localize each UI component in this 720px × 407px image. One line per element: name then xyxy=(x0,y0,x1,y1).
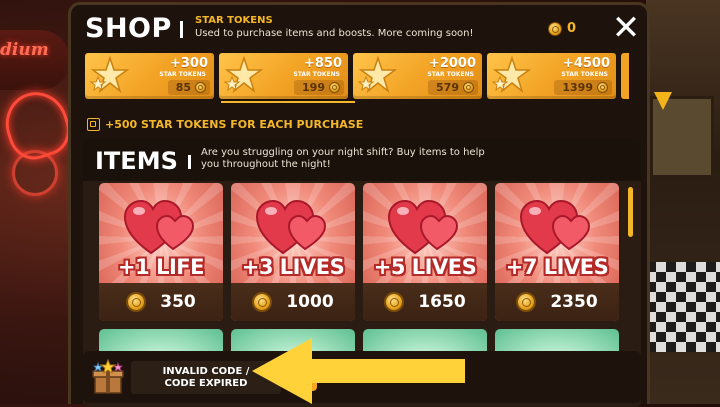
items-header: ITEMS Are you struggling on your night s… xyxy=(83,139,641,181)
stars-icon xyxy=(491,55,532,94)
pack-price-value: 199 xyxy=(302,81,325,94)
checkered-floor xyxy=(646,262,720,352)
pack-label: STAR TOKENS xyxy=(427,71,474,78)
stars-icon xyxy=(357,55,398,94)
pack-label: STAR TOKENS xyxy=(561,71,608,78)
item-card[interactable]: +1 LIFE 350 xyxy=(99,183,223,321)
pack-price-value: 1399 xyxy=(562,81,593,94)
arrow-left-icon xyxy=(252,338,465,404)
pack-amount: +4500 xyxy=(562,56,610,71)
stars-icon xyxy=(223,55,264,94)
token-pack[interactable]: +300 STAR TOKENS 85 xyxy=(85,53,214,99)
item-price-value: 1650 xyxy=(418,292,466,312)
pack-price: 1399 xyxy=(554,80,612,95)
title-divider xyxy=(180,21,183,38)
shop-title: SHOP xyxy=(85,13,172,44)
item-price: 2350 xyxy=(495,283,619,321)
pennant-decoration xyxy=(654,92,672,110)
item-name: +3 LIVES xyxy=(241,255,345,279)
item-price: 350 xyxy=(99,283,223,321)
pack-label: STAR TOKENS xyxy=(159,71,206,78)
star-tokens-heading: STAR TOKENS xyxy=(195,15,273,26)
star-token-icon xyxy=(384,292,405,312)
token-pack[interactable]: +2000 STAR TOKENS 579 xyxy=(353,53,482,99)
token-pack-list: +300 STAR TOKENS 85 +850 STAR TOKENS 199 xyxy=(85,53,629,101)
item-card[interactable]: +5 LIVES 1650 xyxy=(363,183,487,321)
item-price-value: 2350 xyxy=(550,292,598,312)
robux-icon xyxy=(195,82,206,93)
pack-price: 579 xyxy=(428,80,478,95)
pack-label: STAR TOKENS xyxy=(293,71,340,78)
bonus-text: +500 STAR TOKENS FOR EACH PURCHASE xyxy=(105,118,364,131)
item-name: +1 LIFE xyxy=(118,255,204,279)
pack-amount: +850 xyxy=(303,56,342,71)
token-pack-partial[interactable] xyxy=(621,53,629,99)
item-name: +5 LIVES xyxy=(373,255,477,279)
item-price-value: 350 xyxy=(160,292,196,312)
robux-icon xyxy=(329,82,340,93)
pack-amount: +2000 xyxy=(428,56,476,71)
pack-price: 199 xyxy=(294,80,344,95)
star-tokens-description: Used to purchase items and boosts. More … xyxy=(195,28,474,39)
gift-box-icon xyxy=(92,359,124,394)
background-sign: dium xyxy=(0,30,70,90)
token-balance: 0 xyxy=(548,21,576,36)
background-sign-text: dium xyxy=(0,40,49,60)
items-title: ITEMS xyxy=(95,147,178,175)
robux-icon xyxy=(597,82,608,93)
bonus-banner: +500 STAR TOKENS FOR EACH PURCHASE xyxy=(87,118,363,131)
item-card[interactable]: +3 LIVES 1000 xyxy=(231,183,355,321)
item-name: +7 LIVES xyxy=(505,255,609,279)
pack-price: 85 xyxy=(167,80,210,95)
items-scrollbar[interactable] xyxy=(628,187,633,237)
items-description: Are you struggling on your night shift? … xyxy=(201,147,485,170)
pack-amount: +300 xyxy=(169,56,208,71)
close-button[interactable]: ✕ xyxy=(610,11,642,45)
packs-scrollbar[interactable] xyxy=(221,101,355,103)
token-pack[interactable]: +4500 STAR TOKENS 1399 xyxy=(487,53,616,99)
code-status-line: CODE EXPIRED xyxy=(164,377,248,389)
item-price-value: 1000 xyxy=(286,292,334,312)
pack-price-value: 579 xyxy=(436,81,459,94)
star-token-icon xyxy=(126,292,147,312)
stars-icon xyxy=(89,55,130,94)
item-price: 1650 xyxy=(363,283,487,321)
bonus-icon xyxy=(87,118,100,131)
star-token-icon xyxy=(548,21,562,36)
item-price: 1000 xyxy=(231,283,355,321)
code-status-line: INVALID CODE / xyxy=(162,365,250,377)
star-token-icon xyxy=(516,292,537,312)
pack-price-value: 85 xyxy=(175,81,191,94)
items-title-divider xyxy=(188,155,191,169)
token-pack[interactable]: +850 STAR TOKENS 199 xyxy=(219,53,348,99)
item-card[interactable]: +7 LIVES 2350 xyxy=(495,183,619,321)
robux-icon xyxy=(463,82,474,93)
star-token-icon xyxy=(252,292,273,312)
neon-sign-decoration xyxy=(12,150,58,196)
token-balance-value: 0 xyxy=(567,21,577,36)
